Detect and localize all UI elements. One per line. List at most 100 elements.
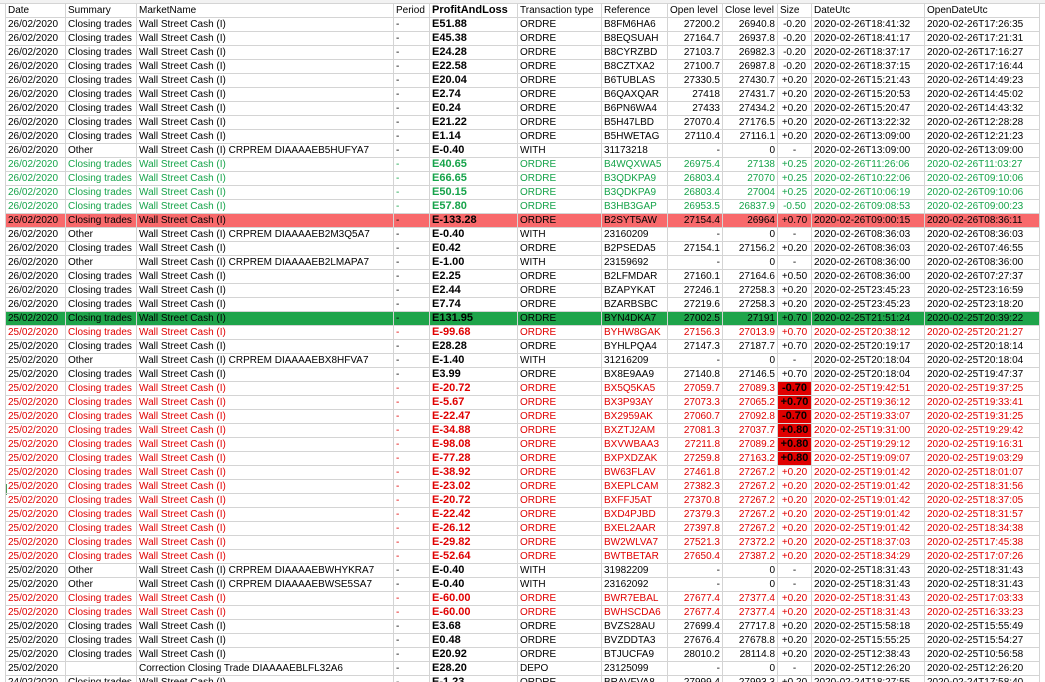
cell-open-date-utc[interactable]: 2020-02-26T14:43:32 <box>924 101 1040 116</box>
cell-transaction-type[interactable]: WITH <box>517 563 602 578</box>
cell-open-level[interactable]: 27081.3 <box>667 423 723 438</box>
cell-open-date-utc[interactable]: 2020-02-25T18:31:56 <box>924 479 1040 494</box>
cell-transaction-type[interactable]: ORDRE <box>517 31 602 46</box>
cell-transaction-type[interactable]: ORDRE <box>517 535 602 550</box>
cell-open-date-utc[interactable]: 2020-02-25T19:03:29 <box>924 451 1040 466</box>
cell-date[interactable]: 25/02/2020 <box>5 605 66 620</box>
cell-size[interactable]: +0.20 <box>777 535 812 550</box>
cell-summary[interactable]: Closing trades <box>65 17 137 32</box>
cell-size[interactable]: - <box>777 563 812 578</box>
cell-summary[interactable]: Other <box>65 577 137 592</box>
cell-profit-and-loss[interactable]: E40.65 <box>429 157 518 172</box>
cell-reference[interactable]: B6PN6WA4 <box>601 101 668 116</box>
cell-date-utc[interactable]: 2020-02-26T10:22:06 <box>811 171 925 186</box>
cell-size[interactable]: +0.20 <box>777 507 812 522</box>
cell-date[interactable]: 26/02/2020 <box>5 227 66 242</box>
cell-period[interactable]: - <box>393 339 430 354</box>
cell-open-date-utc[interactable]: 2020-02-26T12:28:28 <box>924 115 1040 130</box>
cell-size[interactable]: +0.70 <box>777 339 812 354</box>
cell-open-level[interactable]: - <box>667 661 723 676</box>
cell-close-level[interactable]: 27138 <box>722 157 778 172</box>
cell-market-name[interactable]: Wall Street Cash (I) <box>136 17 394 32</box>
cell-size[interactable]: +0.80 <box>777 451 812 466</box>
cell-open-date-utc[interactable]: 2020-02-25T18:31:43 <box>924 577 1040 592</box>
cell-reference[interactable]: 31982209 <box>601 563 668 578</box>
cell-market-name[interactable]: Wall Street Cash (I) <box>136 367 394 382</box>
cell-transaction-type[interactable]: ORDRE <box>517 619 602 634</box>
cell-summary[interactable]: Other <box>65 227 137 242</box>
cell-period[interactable]: - <box>393 213 430 228</box>
header-cell-reference[interactable]: Reference <box>601 3 668 18</box>
cell-market-name[interactable]: Wall Street Cash (I) <box>136 549 394 564</box>
cell-date[interactable]: 25/02/2020 <box>5 619 66 634</box>
cell-date-utc[interactable]: 2020-02-25T19:36:12 <box>811 395 925 410</box>
cell-period[interactable]: - <box>393 661 430 676</box>
cell-period[interactable]: - <box>393 171 430 186</box>
cell-profit-and-loss[interactable]: E20.04 <box>429 73 518 88</box>
cell-period[interactable]: - <box>393 269 430 284</box>
cell-size[interactable]: +0.20 <box>777 549 812 564</box>
cell-transaction-type[interactable]: WITH <box>517 227 602 242</box>
cell-summary[interactable]: Closing trades <box>65 535 137 550</box>
cell-summary[interactable]: Closing trades <box>65 101 137 116</box>
cell-date[interactable]: 25/02/2020 <box>5 633 66 648</box>
cell-size[interactable]: +0.20 <box>777 465 812 480</box>
cell-transaction-type[interactable]: WITH <box>517 353 602 368</box>
cell-profit-and-loss[interactable]: E2.25 <box>429 269 518 284</box>
cell-open-date-utc[interactable]: 2020-02-25T16:33:23 <box>924 605 1040 620</box>
cell-date[interactable]: 25/02/2020 <box>5 353 66 368</box>
cell-market-name[interactable]: Wall Street Cash (I) <box>136 465 394 480</box>
cell-summary[interactable]: Closing trades <box>65 507 137 522</box>
cell-summary[interactable]: Closing trades <box>65 619 137 634</box>
cell-profit-and-loss[interactable]: E-0.40 <box>429 227 518 242</box>
cell-size[interactable]: +0.20 <box>777 73 812 88</box>
cell-open-level[interactable]: 27259.8 <box>667 451 723 466</box>
cell-reference[interactable]: 23159692 <box>601 255 668 270</box>
cell-open-level[interactable]: 27433 <box>667 101 723 116</box>
cell-transaction-type[interactable]: ORDRE <box>517 241 602 256</box>
cell-transaction-type[interactable]: ORDRE <box>517 87 602 102</box>
cell-transaction-type[interactable]: ORDRE <box>517 73 602 88</box>
cell-close-level[interactable]: 0 <box>722 255 778 270</box>
cell-close-level[interactable]: 26964 <box>722 213 778 228</box>
cell-size[interactable]: +0.20 <box>777 479 812 494</box>
cell-date-utc[interactable]: 2020-02-26T08:36:00 <box>811 255 925 270</box>
cell-open-level[interactable]: - <box>667 353 723 368</box>
cell-close-level[interactable]: 27013.9 <box>722 325 778 340</box>
cell-profit-and-loss[interactable]: E-0.40 <box>429 577 518 592</box>
cell-open-date-utc[interactable]: 2020-02-25T18:31:43 <box>924 563 1040 578</box>
cell-market-name[interactable]: Wall Street Cash (I) <box>136 479 394 494</box>
cell-transaction-type[interactable]: DEPO <box>517 661 602 676</box>
cell-summary[interactable]: Closing trades <box>65 339 137 354</box>
cell-date[interactable]: 26/02/2020 <box>5 59 66 74</box>
cell-date-utc[interactable]: 2020-02-25T20:18:04 <box>811 353 925 368</box>
cell-date-utc[interactable]: 2020-02-26T13:09:00 <box>811 129 925 144</box>
cell-open-level[interactable]: 27200.2 <box>667 17 723 32</box>
cell-market-name[interactable]: Wall Street Cash (I) <box>136 591 394 606</box>
cell-date-utc[interactable]: 2020-02-26T15:21:43 <box>811 73 925 88</box>
cell-date[interactable]: 26/02/2020 <box>5 129 66 144</box>
cell-summary[interactable]: Closing trades <box>65 633 137 648</box>
cell-date[interactable]: 26/02/2020 <box>5 269 66 284</box>
cell-open-date-utc[interactable]: 2020-02-24T17:58:40 <box>924 675 1040 682</box>
cell-reference[interactable]: BWTBETAR <box>601 549 668 564</box>
cell-close-level[interactable]: 27678.8 <box>722 633 778 648</box>
cell-date[interactable]: 25/02/2020 <box>5 381 66 396</box>
cell-market-name[interactable]: Wall Street Cash (I) CRPREM DIAAAAEB5HUF… <box>136 143 394 158</box>
cell-close-level[interactable]: 26837.9 <box>722 199 778 214</box>
cell-reference[interactable]: BRAVFVA8 <box>601 675 668 682</box>
cell-date[interactable]: 25/02/2020 <box>5 563 66 578</box>
cell-close-level[interactable]: 27164.6 <box>722 269 778 284</box>
cell-reference[interactable]: BX5Q5KA5 <box>601 381 668 396</box>
cell-transaction-type[interactable]: ORDRE <box>517 185 602 200</box>
cell-size[interactable]: - <box>777 227 812 242</box>
cell-reference[interactable]: BWR7EBAL <box>601 591 668 606</box>
cell-reference[interactable]: B2SYT5AW <box>601 213 668 228</box>
cell-close-level[interactable]: 27267.2 <box>722 507 778 522</box>
cell-period[interactable]: - <box>393 31 430 46</box>
cell-date[interactable]: 25/02/2020 <box>5 437 66 452</box>
cell-size[interactable]: -0.20 <box>777 59 812 74</box>
cell-summary[interactable]: Closing trades <box>65 129 137 144</box>
cell-open-level[interactable]: 27147.3 <box>667 339 723 354</box>
cell-summary[interactable]: Closing trades <box>65 31 137 46</box>
